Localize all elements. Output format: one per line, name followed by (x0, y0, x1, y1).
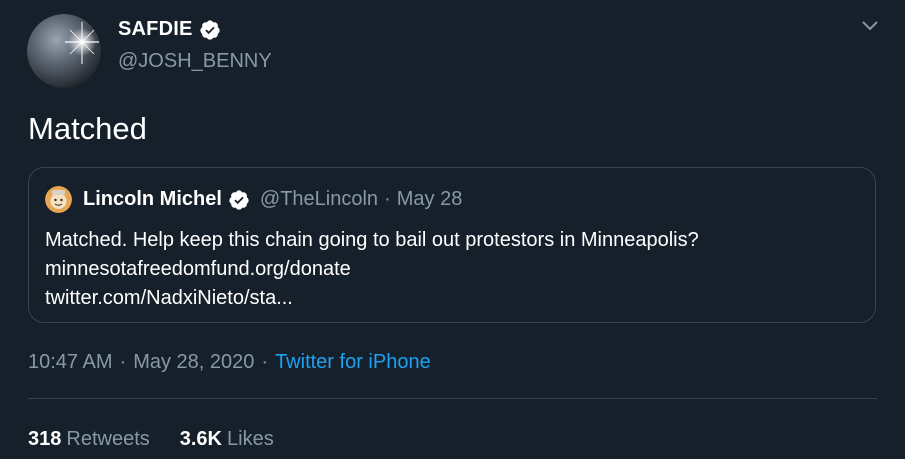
retweets-count: 318 (28, 428, 62, 450)
verified-badge-icon (199, 19, 220, 40)
starburst-avatar-icon (27, 14, 101, 88)
cartoon-avatar-icon (45, 186, 72, 213)
divider (28, 398, 877, 399)
author-name-row[interactable]: SAFDIE (118, 18, 221, 41)
tweet-date[interactable]: May 28, 2020 (133, 351, 254, 374)
verified-badge-icon (229, 189, 249, 210)
quoted-tweet-link[interactable]: twitter.com/NadxiNieto/sta... (45, 284, 699, 313)
author-handle[interactable]: @JOSH_BENNY (118, 50, 272, 73)
quoted-tweet-line: Matched. Help keep this chain going to b… (45, 229, 699, 251)
likes-stat[interactable]: 3.6K Likes (180, 428, 274, 451)
tweet-text: Matched (28, 111, 147, 146)
author-name[interactable]: SAFDIE (118, 18, 193, 41)
retweets-label: Retweets (66, 428, 150, 450)
quoted-separator: · (384, 188, 391, 210)
quoted-author-name[interactable]: Lincoln Michel (83, 188, 222, 211)
quoted-tweet-body: Matched. Help keep this chain going to b… (45, 226, 699, 313)
quoted-tweet-date[interactable]: May 28 (397, 188, 463, 211)
quoted-tweet-link[interactable]: minnesotafreedomfund.org/donate (45, 255, 699, 284)
author-avatar[interactable] (27, 14, 101, 88)
likes-label: Likes (227, 428, 274, 450)
meta-separator: · (261, 351, 269, 373)
tweet-stats: 318 Retweets 3.6K Likes (28, 428, 304, 451)
quoted-author-handle[interactable]: @TheLincoln (260, 188, 378, 211)
retweets-stat[interactable]: 318 Retweets (28, 428, 150, 451)
quoted-author-avatar[interactable] (45, 186, 72, 213)
likes-count: 3.6K (179, 428, 222, 450)
chevron-down-icon[interactable] (861, 20, 879, 32)
quoted-tweet-header: Lincoln Michel @TheLincoln · May 28 (45, 186, 462, 213)
tweet-time[interactable]: 10:47 AM (28, 351, 113, 374)
quoted-tweet-card[interactable]: Lincoln Michel @TheLincoln · May 28 Matc… (28, 167, 876, 323)
meta-separator: · (119, 351, 127, 373)
tweet-source-link[interactable]: Twitter for iPhone (275, 351, 431, 374)
tweet-meta: 10:47 AM · May 28, 2020 · Twitter for iP… (28, 351, 431, 374)
